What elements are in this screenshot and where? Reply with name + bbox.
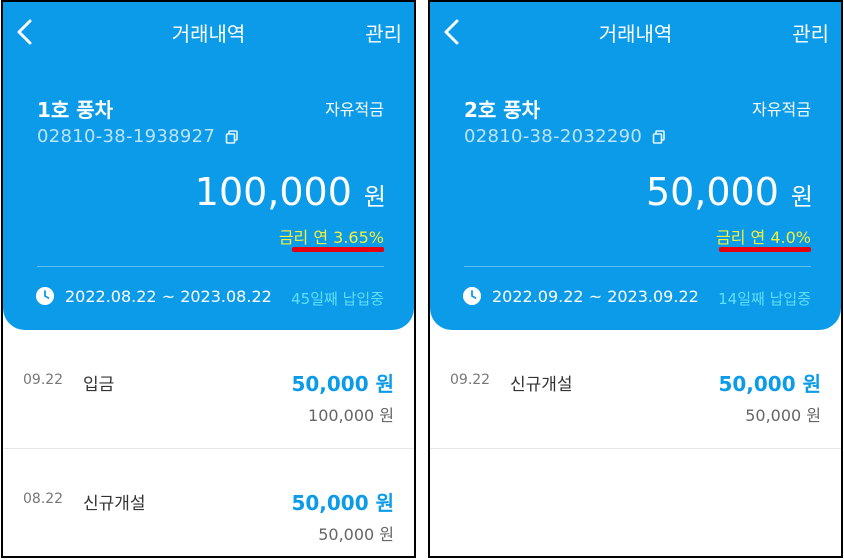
account-name: 2호 풍차 — [464, 98, 541, 122]
payment-status: 14일째 납입중 — [718, 290, 811, 308]
account-card: 1호 풍차 자유적금 02810-38-1938927 100,000 원 금리… — [3, 66, 414, 330]
balance-unit: 원 — [363, 183, 386, 211]
top-bar: 거래내역 관리 — [3, 2, 414, 66]
transaction-date: 08.22 — [23, 491, 64, 507]
account-type: 자유적금 — [325, 100, 384, 119]
highlight-underline — [292, 247, 384, 252]
transaction-amount: 50,000 원 — [291, 372, 394, 396]
savings-period: 2022.09.22 ~ 2023.09.22 — [492, 286, 699, 306]
interest-rate: 금리 연 3.65% — [278, 228, 384, 247]
transaction-date: 09.22 — [450, 372, 491, 388]
page-title: 거래내역 — [171, 22, 246, 46]
balance-unit: 원 — [790, 183, 813, 211]
interest-rate: 금리 연 4.0% — [716, 228, 811, 247]
transaction-list: 09.22 입금 50,000 원 100,000 원 08.22 신규개설 5… — [3, 330, 414, 556]
payment-status: 45일째 납입중 — [291, 290, 384, 308]
clock-icon — [36, 287, 54, 305]
account-type: 자유적금 — [752, 100, 811, 119]
transaction-description: 신규개설 — [510, 375, 573, 395]
transaction-date: 09.22 — [23, 372, 64, 388]
transaction-balance: 50,000 원 — [318, 525, 394, 544]
transaction-amount: 50,000 원 — [718, 372, 821, 396]
transaction-list: 09.22 신규개설 50,000 원 50,000 원 — [430, 330, 841, 449]
page-title: 거래내역 — [598, 22, 673, 46]
transaction-description: 신규개설 — [83, 494, 146, 514]
copy-icon[interactable] — [225, 129, 239, 144]
transaction-balance: 50,000 원 — [745, 406, 821, 425]
savings-period: 2022.08.22 ~ 2023.08.22 — [65, 286, 272, 306]
highlight-underline — [719, 247, 811, 252]
period-row: 2022.08.22 ~ 2023.08.22 — [35, 286, 272, 306]
manage-button[interactable]: 관리 — [365, 18, 402, 47]
transaction-amount: 50,000 원 — [291, 491, 394, 515]
divider — [464, 266, 811, 267]
transaction-row[interactable]: 09.22 입금 50,000 원 100,000 원 — [3, 330, 414, 449]
transaction-row[interactable]: 09.22 신규개설 50,000 원 50,000 원 — [430, 330, 841, 449]
balance-amount: 50,000 — [645, 170, 779, 214]
transaction-row[interactable]: 08.22 신규개설 50,000 원 50,000 원 — [3, 449, 414, 556]
balance-amount: 100,000 — [194, 170, 352, 214]
account-number: 02810-38-2032290 — [464, 126, 643, 147]
clock-icon — [463, 287, 481, 305]
transaction-description: 입금 — [83, 375, 115, 395]
copy-icon[interactable] — [652, 129, 666, 144]
account-number: 02810-38-1938927 — [37, 126, 216, 147]
account-card: 2호 풍차 자유적금 02810-38-2032290 50,000 원 금리 … — [430, 66, 841, 330]
transaction-balance: 100,000 원 — [308, 406, 394, 425]
account-number-row: 02810-38-2032290 — [464, 126, 666, 147]
balance-row: 50,000 원 — [646, 170, 813, 214]
screen-right: 거래내역 관리 2호 풍차 자유적금 02810-38-2032290 50,0… — [428, 0, 843, 558]
manage-button[interactable]: 관리 — [792, 18, 829, 47]
account-number-row: 02810-38-1938927 — [37, 126, 239, 147]
account-name: 1호 풍차 — [37, 98, 114, 122]
top-bar: 거래내역 관리 — [430, 2, 841, 66]
balance-row: 100,000 원 — [195, 170, 386, 214]
screen-left: 거래내역 관리 1호 풍차 자유적금 02810-38-1938927 100,… — [1, 0, 416, 558]
period-row: 2022.09.22 ~ 2023.09.22 — [462, 286, 699, 306]
divider — [37, 266, 384, 267]
